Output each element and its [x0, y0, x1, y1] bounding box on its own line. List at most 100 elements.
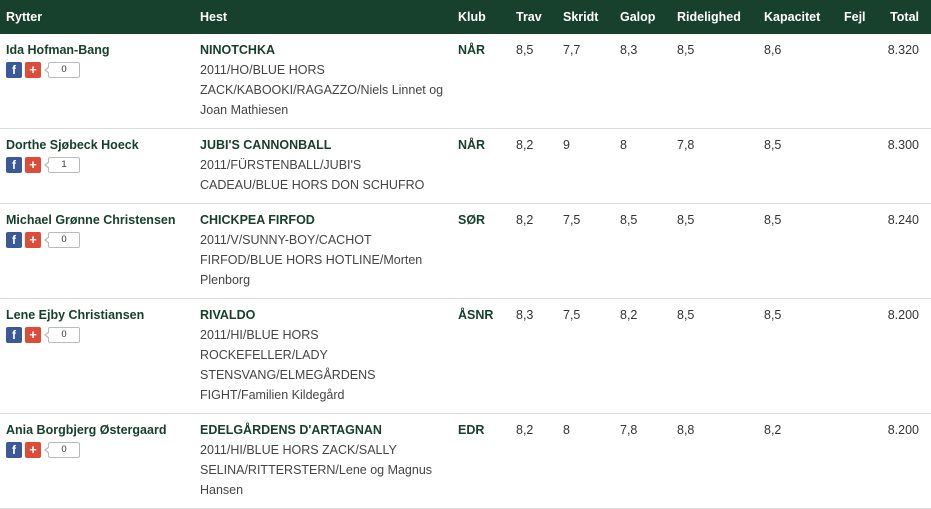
club-cell: NÅR	[458, 138, 486, 152]
facebook-share-icon[interactable]: f	[6, 62, 22, 78]
fejl-cell	[838, 34, 880, 129]
google-plus-share-icon[interactable]: +	[25, 327, 41, 343]
kapacitet-cell: 8,2	[764, 423, 782, 437]
horse-pedigree: 2011/HI/BLUE HORS ROCKEFELLER/LADY STENS…	[200, 328, 376, 402]
kapacitet-cell: 8,5	[764, 308, 782, 322]
ridelighed-cell: 7,8	[677, 138, 695, 152]
fejl-cell	[838, 204, 880, 299]
rider-cell: Michael Grønne Christensen f + 0	[0, 204, 194, 299]
rider-name[interactable]: Dorthe Sjøbeck Hoeck	[6, 135, 188, 155]
horse-pedigree: 2011/HO/BLUE HORS ZACK/KABOOKI/RAGAZZO/N…	[200, 63, 444, 117]
horse-name[interactable]: NINOTCHKA	[200, 40, 446, 60]
trav-cell: 8,2	[516, 213, 534, 227]
galop-cell: 8	[620, 138, 627, 152]
table-row: Ania Borgbjerg Østergaard f + 0 EDELGÅRD…	[0, 414, 931, 509]
results-table: Rytter Hest Klub Trav Skridt Galop Ridel…	[0, 0, 931, 509]
skridt-cell: 8	[563, 423, 570, 437]
galop-cell: 8,5	[620, 213, 638, 227]
rider-name[interactable]: Lene Ejby Christiansen	[6, 305, 188, 325]
total-cell: 8.240	[887, 213, 919, 227]
facebook-share-icon[interactable]: f	[6, 442, 22, 458]
trav-cell: 8,3	[516, 308, 534, 322]
share-count: 1	[44, 157, 80, 173]
trav-cell: 8,2	[516, 138, 534, 152]
share-count: 0	[44, 62, 80, 78]
skridt-cell: 7,5	[563, 308, 581, 322]
table-row: Dorthe Sjøbeck Hoeck f + 1 JUBI'S CANNON…	[0, 129, 931, 204]
google-plus-share-icon[interactable]: +	[25, 442, 41, 458]
kapacitet-cell: 8,5	[764, 213, 782, 227]
col-header-galop[interactable]: Galop	[614, 0, 671, 34]
col-header-ridelighed[interactable]: Ridelighed	[671, 0, 758, 34]
col-header-skridt[interactable]: Skridt	[557, 0, 614, 34]
table-row: Lene Ejby Christiansen f + 0 RIVALDO 201…	[0, 299, 931, 414]
galop-cell: 8,2	[620, 308, 638, 322]
share-count: 0	[44, 232, 80, 248]
rider-cell: Lene Ejby Christiansen f + 0	[0, 299, 194, 414]
col-header-trav[interactable]: Trav	[510, 0, 557, 34]
facebook-share-icon[interactable]: f	[6, 327, 22, 343]
ridelighed-cell: 8,5	[677, 213, 695, 227]
horse-name[interactable]: JUBI'S CANNONBALL	[200, 135, 446, 155]
horse-pedigree: 2011/V/SUNNY-BOY/CACHOT FIRFOD/BLUE HORS…	[200, 233, 423, 287]
kapacitet-cell: 8,6	[764, 43, 782, 57]
rider-cell: Ania Borgbjerg Østergaard f + 0	[0, 414, 194, 509]
col-header-klub[interactable]: Klub	[452, 0, 510, 34]
skridt-cell: 9	[563, 138, 570, 152]
fejl-cell	[838, 299, 880, 414]
rider-cell: Dorthe Sjøbeck Hoeck f + 1	[0, 129, 194, 204]
trav-cell: 8,2	[516, 423, 534, 437]
total-cell: 8.200	[887, 308, 919, 322]
horse-name[interactable]: EDELGÅRDENS D'ARTAGNAN	[200, 420, 446, 440]
galop-cell: 8,3	[620, 43, 638, 57]
col-header-hest[interactable]: Hest	[194, 0, 452, 34]
col-header-rytter[interactable]: Rytter	[0, 0, 194, 34]
ridelighed-cell: 8,8	[677, 423, 695, 437]
skridt-cell: 7,7	[563, 43, 581, 57]
share-bar: f + 1	[6, 156, 188, 174]
kapacitet-cell: 8,5	[764, 138, 782, 152]
share-count: 0	[44, 442, 80, 458]
share-bar: f + 0	[6, 231, 188, 249]
col-header-fejl[interactable]: Fejl	[838, 0, 880, 34]
horse-pedigree: 2011/FÜRSTENBALL/JUBI'S CADEAU/BLUE HORS…	[200, 158, 425, 192]
share-count: 0	[44, 327, 80, 343]
horse-cell: NINOTCHKA 2011/HO/BLUE HORS ZACK/KABOOKI…	[194, 34, 452, 129]
club-cell: EDR	[458, 423, 485, 437]
rider-name[interactable]: Michael Grønne Christensen	[6, 210, 188, 230]
total-cell: 8.320	[887, 43, 919, 57]
horse-pedigree: 2011/HI/BLUE HORS ZACK/SALLY SELINA/RITT…	[200, 443, 433, 497]
ridelighed-cell: 8,5	[677, 43, 695, 57]
rider-name[interactable]: Ania Borgbjerg Østergaard	[6, 420, 188, 440]
google-plus-share-icon[interactable]: +	[25, 232, 41, 248]
rider-name[interactable]: Ida Hofman-Bang	[6, 40, 188, 60]
facebook-share-icon[interactable]: f	[6, 232, 22, 248]
trav-cell: 8,5	[516, 43, 534, 57]
facebook-share-icon[interactable]: f	[6, 157, 22, 173]
col-header-total[interactable]: Total	[880, 0, 931, 34]
horse-cell: JUBI'S CANNONBALL 2011/FÜRSTENBALL/JUBI'…	[194, 129, 452, 204]
google-plus-share-icon[interactable]: +	[25, 62, 41, 78]
club-cell: SØR	[458, 213, 486, 227]
club-cell: ÅSNR	[458, 308, 494, 322]
galop-cell: 7,8	[620, 423, 638, 437]
ridelighed-cell: 8,5	[677, 308, 695, 322]
horse-name[interactable]: CHICKPEA FIRFOD	[200, 210, 446, 230]
col-header-kapacitet[interactable]: Kapacitet	[758, 0, 838, 34]
skridt-cell: 7,5	[563, 213, 581, 227]
share-bar: f + 0	[6, 61, 188, 79]
horse-cell: RIVALDO 2011/HI/BLUE HORS ROCKEFELLER/LA…	[194, 299, 452, 414]
header-row: Rytter Hest Klub Trav Skridt Galop Ridel…	[0, 0, 931, 34]
table-row: Ida Hofman-Bang f + 0 NINOTCHKA 2011/HO/…	[0, 34, 931, 129]
club-cell: NÅR	[458, 43, 486, 57]
fejl-cell	[838, 129, 880, 204]
horse-cell: CHICKPEA FIRFOD 2011/V/SUNNY-BOY/CACHOT …	[194, 204, 452, 299]
fejl-cell	[838, 414, 880, 509]
total-cell: 8.200	[887, 423, 919, 437]
table-row: Michael Grønne Christensen f + 0 CHICKPE…	[0, 204, 931, 299]
total-cell: 8.300	[887, 138, 919, 152]
horse-name[interactable]: RIVALDO	[200, 305, 446, 325]
horse-cell: EDELGÅRDENS D'ARTAGNAN 2011/HI/BLUE HORS…	[194, 414, 452, 509]
share-bar: f + 0	[6, 441, 188, 459]
google-plus-share-icon[interactable]: +	[25, 157, 41, 173]
